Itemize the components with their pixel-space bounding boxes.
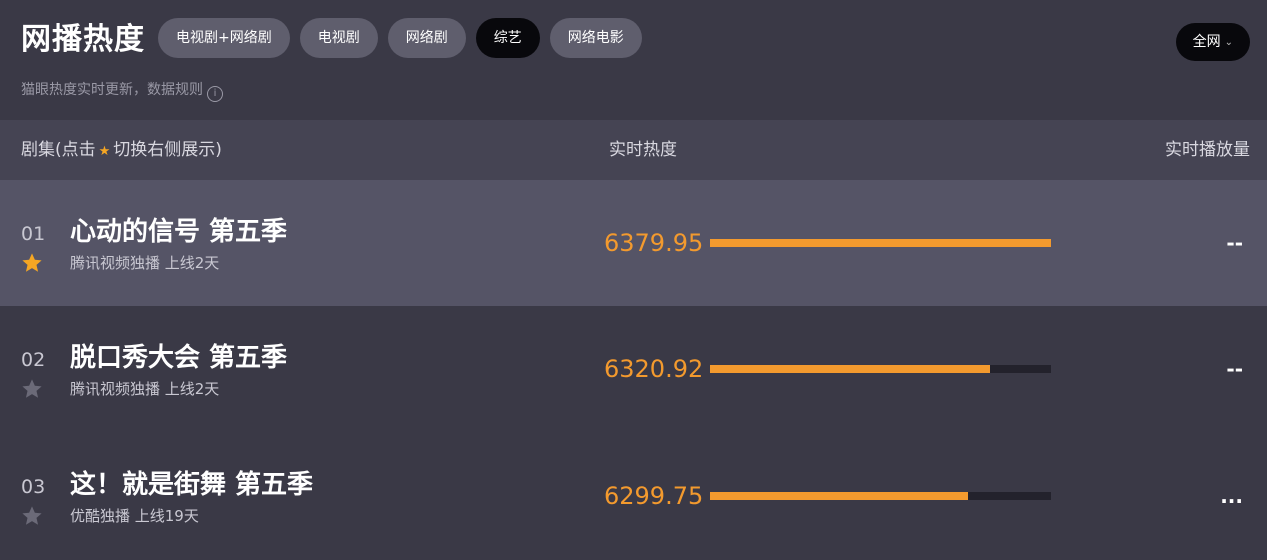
scope-label: 全网 xyxy=(1192,34,1221,50)
column-plays: 实时播放量 xyxy=(1165,140,1250,160)
star-icon[interactable] xyxy=(21,505,43,527)
row-rank: 02 xyxy=(21,349,46,371)
heat-value: 6299.75 xyxy=(604,482,704,510)
column-heat: 实时热度 xyxy=(609,140,677,160)
table-row[interactable]: 01 心动的信号 第五季 腾讯视频独播 上线2天 6379.95 -- xyxy=(0,180,1267,306)
play-count: -- xyxy=(1226,357,1243,381)
ranking-list: 01 心动的信号 第五季 腾讯视频独播 上线2天 6379.95 -- 02 脱… xyxy=(0,180,1267,560)
row-rank: 01 xyxy=(21,223,46,245)
show-title[interactable]: 心动的信号 第五季 xyxy=(70,215,287,249)
star-icon[interactable] xyxy=(21,378,43,400)
tab-variety-show[interactable]: 综艺 xyxy=(475,18,540,58)
tab-web-series[interactable]: 网络剧 xyxy=(387,18,466,58)
star-icon[interactable] xyxy=(21,252,43,274)
category-tabs: 电视剧+网络剧 电视剧 网络剧 综艺 网络电影 xyxy=(158,18,642,58)
page-title: 网播热度 xyxy=(21,22,145,57)
tab-tv-series[interactable]: 电视剧 xyxy=(299,18,378,58)
row-rank: 03 xyxy=(21,476,46,498)
column-title-suffix: 切换右侧展示) xyxy=(113,140,222,160)
info-icon[interactable]: i xyxy=(207,86,223,102)
chevron-down-icon: ⌄ xyxy=(1224,37,1233,48)
scope-dropdown[interactable]: 全网 ⌄ xyxy=(1175,23,1250,61)
play-count: ... xyxy=(1220,484,1243,508)
show-title[interactable]: 这！就是街舞 第五季 xyxy=(70,468,313,502)
column-title-prefix: 剧集(点击 xyxy=(21,140,96,160)
heat-value: 6320.92 xyxy=(604,355,704,383)
tab-tv-and-web-series[interactable]: 电视剧+网络剧 xyxy=(158,18,290,58)
heat-bar xyxy=(710,492,1051,500)
heat-bar-fill xyxy=(710,239,1051,247)
heat-bar-fill xyxy=(710,365,990,373)
heat-bar xyxy=(710,239,1051,247)
table-row[interactable]: 03 这！就是街舞 第五季 优酷独播 上线19天 6299.75 ... xyxy=(0,433,1267,560)
tab-web-movie[interactable]: 网络电影 xyxy=(549,18,642,58)
subtitle-text: 猫眼热度实时更新，数据规则 xyxy=(21,82,203,98)
heat-value: 6379.95 xyxy=(604,229,704,257)
subtitle: 猫眼热度实时更新，数据规则 i xyxy=(21,80,223,102)
page-header: 网播热度 电视剧+网络剧 电视剧 网络剧 综艺 网络电影 全网 ⌄ 猫眼热度实时更… xyxy=(0,0,1267,120)
column-header: 剧集(点击 ★ 切换右侧展示) 实时热度 实时播放量 xyxy=(0,120,1267,180)
show-meta: 优酷独播 上线19天 xyxy=(70,507,199,525)
table-row[interactable]: 02 脱口秀大会 第五季 腾讯视频独播 上线2天 6320.92 -- xyxy=(0,306,1267,433)
show-meta: 腾讯视频独播 上线2天 xyxy=(70,380,220,398)
heat-bar xyxy=(710,365,1051,373)
star-icon: ★ xyxy=(98,144,111,159)
show-meta: 腾讯视频独播 上线2天 xyxy=(70,254,220,272)
heat-bar-fill xyxy=(710,492,969,500)
show-title[interactable]: 脱口秀大会 第五季 xyxy=(70,341,287,375)
column-title: 剧集(点击 ★ 切换右侧展示) xyxy=(21,120,222,182)
play-count: -- xyxy=(1226,231,1243,255)
